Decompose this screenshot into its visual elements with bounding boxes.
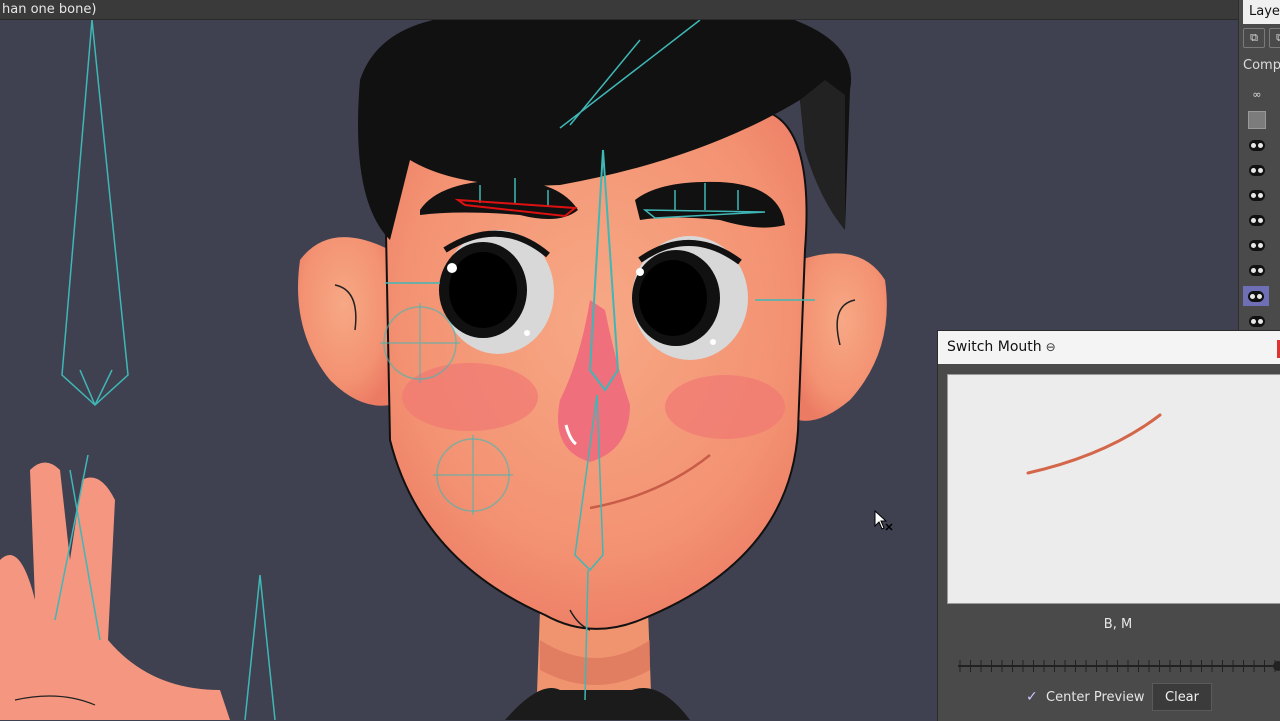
visibility-eye-icon-selected[interactable] [1243,286,1269,306]
panel-title-bar[interactable]: Switch Mouth ⊖ [938,331,1280,364]
left-ear [298,237,390,406]
right-eye [632,236,748,360]
duplicate-layer-icon[interactable]: ⧉ [1269,28,1280,48]
center-preview-label: Center Preview [1046,689,1145,705]
right-blush [665,375,785,439]
layers-panel: Layer ⧉ ⧉ Comp ∞ [1238,0,1280,330]
visibility-eye-icon[interactable] [1247,160,1267,180]
checkmark-icon: ✓ [1026,689,1038,705]
layer-swatch[interactable] [1247,110,1267,130]
composition-label: Comp [1243,58,1280,73]
switch-mouth-panel: Switch Mouth ⊖ B, M ✓ Center Preview Clea… [937,330,1280,721]
right-ear [798,253,887,421]
visibility-eye-icon[interactable] [1247,235,1267,255]
layers-tab[interactable]: Layer [1243,0,1280,24]
new-layer-icon[interactable]: ⧉ [1243,28,1265,48]
preview-mouth-stroke [1026,413,1162,475]
switch-frame-label: B, M [1103,617,1133,632]
link-icon[interactable]: ∞ [1247,84,1267,104]
mouse-pointer-icon [874,510,893,531]
switch-timeline-slider[interactable] [958,659,1280,673]
status-bar: han one bone) [0,0,1240,20]
collapse-icon[interactable]: ⊖ [1046,340,1056,354]
visibility-eye-icon[interactable] [1247,260,1267,280]
visibility-eye-icon[interactable] [1247,185,1267,205]
panel-title: Switch Mouth [947,339,1042,355]
switch-preview [947,374,1280,604]
visibility-eye-icon[interactable] [1247,135,1267,155]
status-text: han one bone) [2,2,97,17]
visibility-eye-icon[interactable] [1247,210,1267,230]
timeline-handle [1273,661,1280,671]
clear-button[interactable]: Clear [1152,683,1212,711]
hand [0,462,230,720]
visibility-eye-icon[interactable] [1247,311,1267,330]
left-blush [402,363,538,431]
center-preview-checkbox[interactable]: ✓ Center Preview [1026,686,1145,708]
